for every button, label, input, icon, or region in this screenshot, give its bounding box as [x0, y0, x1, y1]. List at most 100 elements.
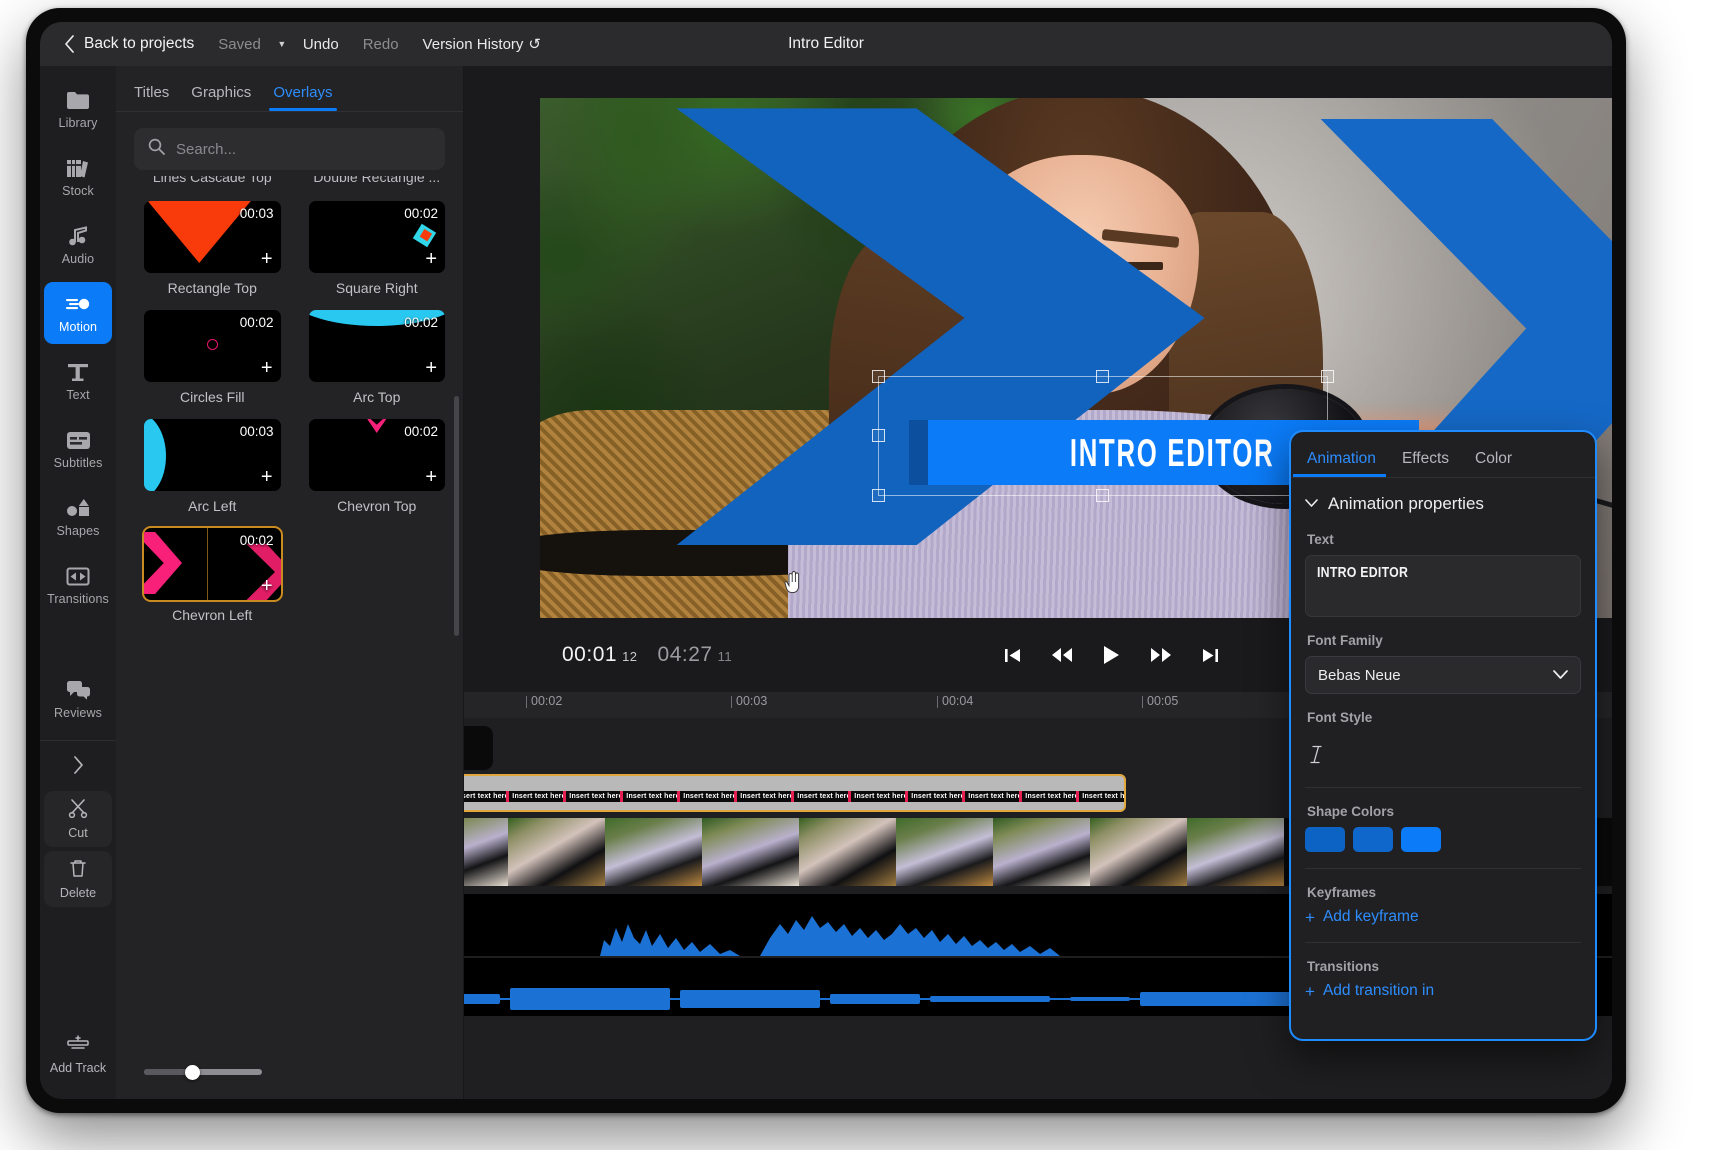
cut-button[interactable]: Cut [44, 791, 112, 847]
video-filmstrip-frame [605, 818, 702, 886]
asset-thumbnail-arc-left[interactable]: 00:03 + [144, 419, 281, 491]
font-family-select[interactable]: Bebas Neue [1305, 656, 1581, 694]
sidebar-item-shapes[interactable]: Shapes [44, 486, 112, 548]
video-filmstrip-frame [993, 818, 1090, 886]
plus-icon[interactable]: + [261, 249, 273, 269]
tab-titles[interactable]: Titles [134, 84, 169, 111]
chevron-left-icon[interactable] [58, 33, 80, 55]
add-track-button[interactable]: Add Track [44, 1035, 112, 1075]
video-filmstrip-frame [1187, 818, 1284, 886]
library-zoom-slider[interactable] [144, 1069, 262, 1075]
asset-duration: 00:03 [240, 424, 274, 439]
asset-name: Arc Top [309, 389, 446, 405]
asset-thumbnail-rectangle-top[interactable]: 00:03 + [144, 201, 281, 273]
sidebar-item-label: Shapes [57, 524, 100, 538]
caret-down-icon[interactable]: ▼ [273, 39, 291, 49]
asset-grid-scroll[interactable]: Lines Cascade Top Double Rectangle ... 0… [116, 176, 463, 1025]
sidebar-item-stock[interactable]: Stock [44, 146, 112, 208]
sidebar-item-text[interactable]: Text [44, 350, 112, 412]
properties-panel: Animation Effects Color Animation proper… [1289, 430, 1597, 1041]
tab-overlays[interactable]: Overlays [273, 84, 332, 111]
tab-graphics[interactable]: Graphics [191, 84, 251, 111]
version-history-button[interactable]: Version History↺ [411, 31, 553, 57]
current-frames: 12 [622, 649, 637, 664]
library-scrollbar[interactable] [454, 396, 459, 636]
rail-expand-button[interactable] [44, 747, 112, 787]
plus-icon: + [1305, 983, 1315, 1000]
resize-handle[interactable] [872, 489, 885, 502]
color-swatch-3[interactable] [1401, 827, 1441, 852]
color-swatch-2[interactable] [1353, 827, 1393, 852]
plus-icon[interactable]: + [261, 358, 273, 378]
saved-status: Saved [206, 32, 273, 57]
undo-button[interactable]: Undo [291, 32, 351, 57]
play-icon[interactable] [1103, 645, 1120, 665]
delete-button[interactable]: Delete [44, 851, 112, 907]
tab-animation[interactable]: Animation [1307, 450, 1376, 477]
plus-icon[interactable]: + [261, 576, 273, 596]
add-transition-label: Add transition in [1323, 982, 1434, 1000]
search-input[interactable] [176, 141, 431, 158]
back-to-projects-button[interactable]: Back to projects [80, 31, 206, 57]
resize-handle[interactable] [1096, 370, 1109, 383]
slider-knob[interactable] [185, 1065, 200, 1080]
redo-button[interactable]: Redo [351, 32, 411, 57]
text-input-value: INTRO EDITOR [1317, 565, 1531, 581]
asset-grid: Lines Cascade Top Double Rectangle ... 0… [116, 176, 463, 623]
chevron-down-icon [1553, 667, 1568, 684]
italic-icon[interactable] [1305, 733, 1581, 775]
add-transition-in-button[interactable]: + Add transition in [1305, 982, 1581, 1000]
asset-name: Arc Left [144, 498, 281, 514]
sidebar-item-audio[interactable]: Audio [44, 214, 112, 276]
resize-handle[interactable] [1096, 489, 1109, 502]
text-input[interactable]: INTRO EDITOR [1305, 555, 1581, 617]
asset-cell-empty [309, 514, 446, 623]
sidebar-item-label: Transitions [47, 592, 109, 606]
sidebar-item-library[interactable]: Library [44, 78, 112, 140]
asset-cell: 00:02 + Chevron Top [309, 405, 446, 514]
plus-icon[interactable]: + [425, 249, 437, 269]
color-swatch-1[interactable] [1305, 827, 1345, 852]
asset-thumbnail-chevron-top[interactable]: 00:02 + [309, 419, 446, 491]
skip-end-icon[interactable] [1202, 647, 1219, 664]
folder-icon [66, 88, 90, 112]
tab-effects[interactable]: Effects [1402, 450, 1449, 477]
asset-thumbnail-arc-top[interactable]: 00:02 + [309, 310, 446, 382]
asset-cell: 00:02 + Circles Fill [144, 296, 281, 405]
sidebar-item-subtitles[interactable]: Subtitles [44, 418, 112, 480]
skip-start-icon[interactable] [1004, 647, 1021, 664]
intro-title-text: INTRO EDITOR [1070, 430, 1275, 475]
asset-thumbnail-square-right[interactable]: 00:02 + [309, 201, 446, 273]
asset-name: Chevron Left [144, 607, 281, 623]
music-note-icon [67, 224, 89, 248]
search-box[interactable] [134, 128, 445, 170]
resize-handle[interactable] [872, 370, 885, 383]
asset-thumbnail-chevron-left[interactable]: 00:02 + [144, 528, 281, 600]
left-rail: Library Stock [40, 66, 116, 1099]
asset-thumbnail-circles-fill[interactable]: 00:02 + [144, 310, 281, 382]
asset-name: Square Right [309, 280, 446, 296]
plus-icon[interactable]: + [425, 467, 437, 487]
resize-handle[interactable] [1321, 370, 1334, 383]
sidebar-item-reviews[interactable]: Reviews [44, 668, 112, 730]
asset-name: Chevron Top [309, 498, 446, 514]
animation-properties-header[interactable]: Animation properties [1305, 494, 1581, 514]
asset-label-cut: Lines Cascade Top [144, 176, 281, 187]
sidebar-item-transitions[interactable]: Transitions [44, 554, 112, 616]
tab-color[interactable]: Color [1475, 450, 1512, 477]
plus-icon[interactable]: + [261, 467, 273, 487]
sidebar-item-motion[interactable]: Motion [44, 282, 112, 344]
plus-icon[interactable]: + [425, 358, 437, 378]
cut-label: Cut [68, 826, 87, 840]
sidebar-item-label: Audio [62, 252, 94, 266]
top-toolbar: Back to projects Saved ▼ Undo Redo Versi… [40, 22, 1612, 66]
ruler-tick: 00:05 [1142, 694, 1178, 708]
delete-label: Delete [60, 886, 96, 900]
search-icon [148, 138, 165, 160]
add-keyframe-button[interactable]: + Add keyframe [1305, 908, 1581, 926]
asset-name: Rectangle Top [144, 280, 281, 296]
resize-handle[interactable] [872, 429, 885, 442]
rewind-icon[interactable] [1051, 647, 1073, 663]
fast-forward-icon[interactable] [1150, 647, 1172, 663]
asset-cell: 00:02 + Square Right [309, 187, 446, 296]
